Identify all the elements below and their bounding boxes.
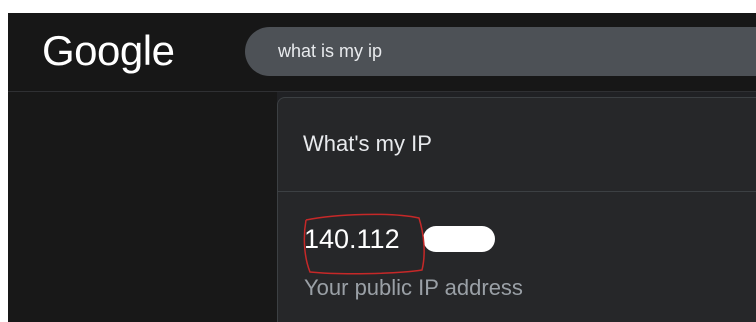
ip-caption: Your public IP address [304, 275, 523, 300]
card-title: What's my IP [303, 131, 432, 156]
red-circle-annotation [303, 213, 425, 275]
ip-result-card: What's my IP 140.112 Your public IP addr… [277, 97, 756, 322]
card-divider [278, 191, 756, 192]
search-input[interactable] [245, 27, 756, 76]
left-gutter [8, 92, 277, 322]
search-header: Google [8, 13, 756, 91]
browser-viewport: Google What's my IP 140.112 Your public … [8, 13, 756, 322]
search-box[interactable] [245, 27, 756, 76]
google-logo[interactable]: Google [42, 27, 175, 75]
